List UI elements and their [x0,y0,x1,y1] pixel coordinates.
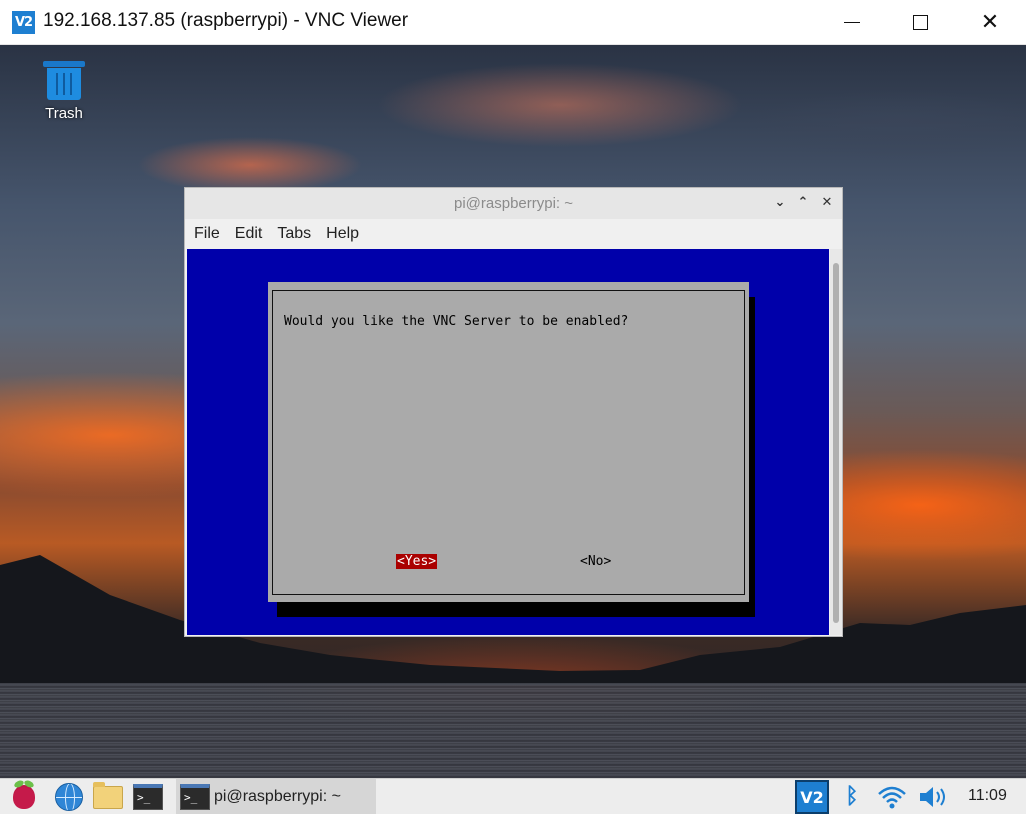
terminal-maximize-button[interactable]: ⌃ [794,194,812,212]
trash-desktop-icon[interactable]: Trash [36,59,92,122]
vnc-viewer-titlebar[interactable]: V2 192.168.137.85 (raspberrypi) - VNC Vi… [0,0,1026,45]
raspberry-pi-menu-icon[interactable] [9,779,39,812]
terminal-close-button[interactable]: ✕ [818,194,836,212]
vnc-enable-dialog: Would you like the VNC Server to be enab… [268,282,749,602]
terminal-task-icon: >_ [180,783,210,810]
terminal-icon[interactable]: >_ [133,782,163,812]
vnc-viewer-icon: V2 [12,11,35,34]
terminal-task-label: pi@raspberrypi: ~ [214,787,341,805]
wifi-icon[interactable] [876,783,908,811]
close-icon: ✕ [980,10,1000,35]
menu-tabs[interactable]: Tabs [277,225,311,243]
terminal-titlebar[interactable]: pi@raspberrypi: ~ ⌄ ⌃ ✕ [185,188,842,219]
file-manager-icon[interactable] [93,781,123,812]
terminal-screen[interactable]: Would you like the VNC Server to be enab… [187,249,829,635]
menu-file[interactable]: File [194,225,220,243]
maximize-button[interactable] [896,0,944,45]
terminal-menubar: File Edit Tabs Help [185,219,842,249]
scrollbar-thumb[interactable] [833,263,839,623]
no-button[interactable]: <No> [580,554,611,569]
minimize-icon [844,22,860,23]
trash-label: Trash [45,105,83,122]
dialog-prompt: Would you like the VNC Server to be enab… [284,314,629,329]
terminal-minimize-button[interactable]: ⌄ [771,194,789,212]
menu-help[interactable]: Help [326,225,359,243]
vnc-server-icon[interactable]: V2 [795,780,829,814]
maximize-icon [912,15,928,30]
terminal-window[interactable]: pi@raspberrypi: ~ ⌄ ⌃ ✕ File Edit Tabs H… [184,187,843,637]
lake-water [0,683,1026,778]
clock[interactable]: 11:09 [968,787,1007,805]
bluetooth-icon[interactable]: ᛒ [840,783,864,811]
dialog-border [272,290,745,595]
volume-icon[interactable] [917,785,949,809]
terminal-scrollbar[interactable] [830,249,842,635]
web-browser-icon[interactable] [54,782,84,812]
minimize-button[interactable] [828,0,876,45]
taskbar: >_ >_ pi@raspberrypi: ~ V2 ᛒ 11:09 [0,778,1026,814]
window-title: 192.168.137.85 (raspberrypi) - VNC Viewe… [43,10,409,31]
close-button[interactable]: ✕ [966,0,1014,45]
yes-button[interactable]: <Yes> [396,554,438,569]
terminal-task-button[interactable]: >_ pi@raspberrypi: ~ [176,779,376,814]
trash-icon [43,59,85,101]
remote-desktop[interactable]: Trash pi@raspberrypi: ~ ⌄ ⌃ ✕ File Edit … [0,45,1026,778]
menu-edit[interactable]: Edit [235,225,263,243]
terminal-title: pi@raspberrypi: ~ [453,195,574,212]
